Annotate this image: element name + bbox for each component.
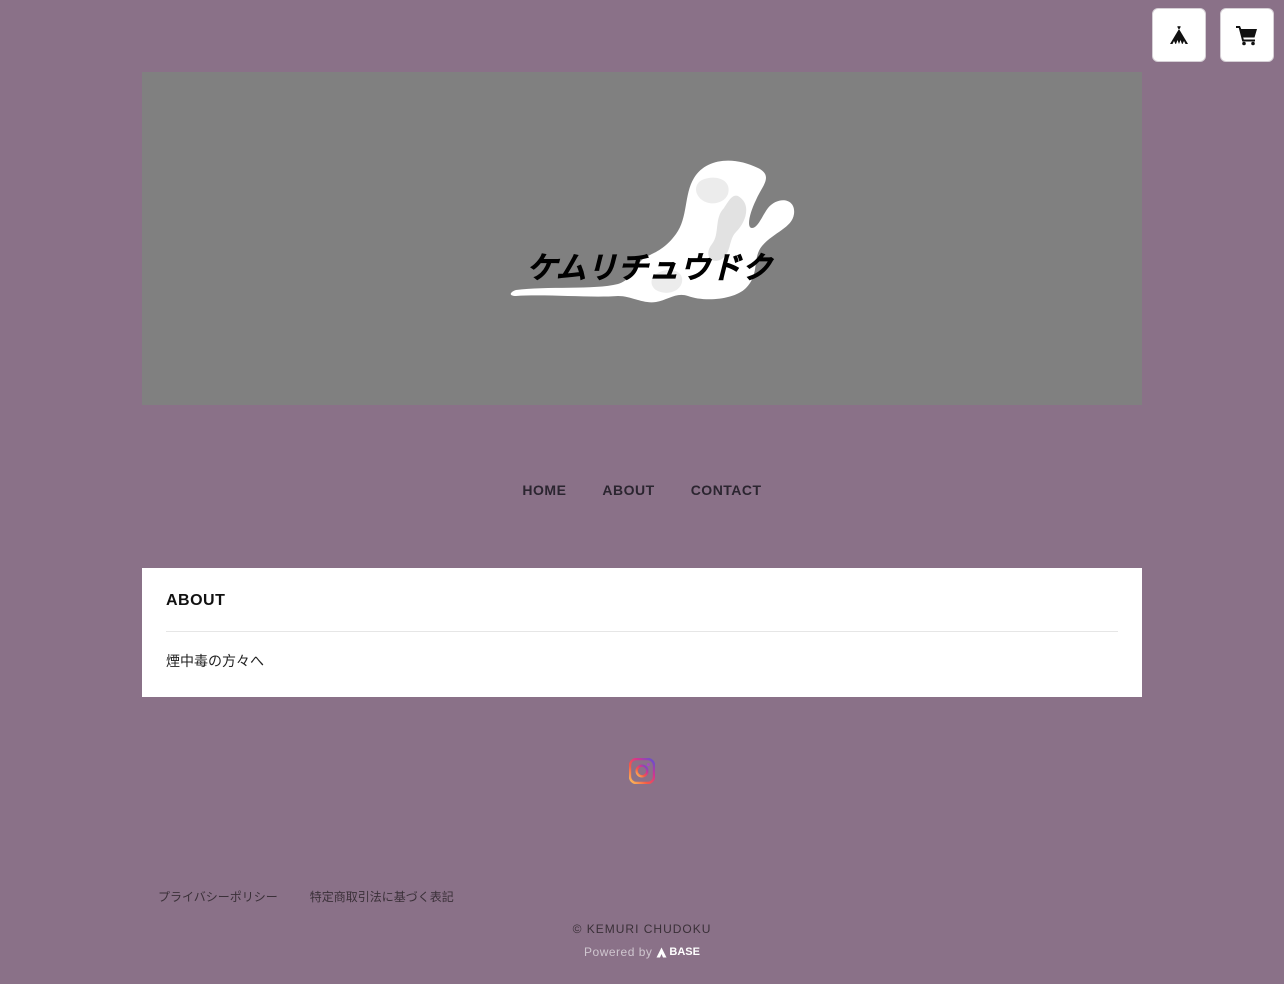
nav-contact[interactable]: CONTACT xyxy=(691,480,762,500)
cart-icon xyxy=(1236,26,1257,46)
powered-by: Powered by BASE xyxy=(0,944,1284,960)
shop-logo[interactable]: ケムリチュウドク xyxy=(506,156,796,306)
base-home-button[interactable] xyxy=(1152,8,1206,62)
nav-home[interactable]: HOME xyxy=(522,480,566,500)
base-brand: BASE xyxy=(669,946,700,958)
powered-by-label: Powered by xyxy=(584,945,653,959)
about-body: 煙中毒の方々へ xyxy=(166,654,264,670)
privacy-policy-link[interactable]: プライバシーポリシー xyxy=(158,888,278,906)
logo-text: ケムリチュウドク xyxy=(527,251,774,286)
footer-links: プライバシーポリシー 特定商取引法に基づく表記 xyxy=(158,888,454,906)
base-logo-link[interactable]: BASE xyxy=(656,944,700,960)
instagram-icon[interactable] xyxy=(629,758,655,784)
main-nav: HOME ABOUT CONTACT xyxy=(0,480,1284,500)
nav-about[interactable]: ABOUT xyxy=(602,480,654,500)
base-tent-icon xyxy=(656,947,667,957)
commerce-law-link[interactable]: 特定商取引法に基づく表記 xyxy=(310,888,454,906)
about-card: ABOUT 煙中毒の方々へ xyxy=(142,568,1142,697)
cart-button[interactable] xyxy=(1220,8,1274,62)
about-title: ABOUT xyxy=(166,592,226,609)
base-tent-icon xyxy=(1170,26,1188,44)
copyright: © KEMURI CHUDOKU xyxy=(572,922,712,936)
hero-banner: ケムリチュウドク xyxy=(142,72,1142,405)
